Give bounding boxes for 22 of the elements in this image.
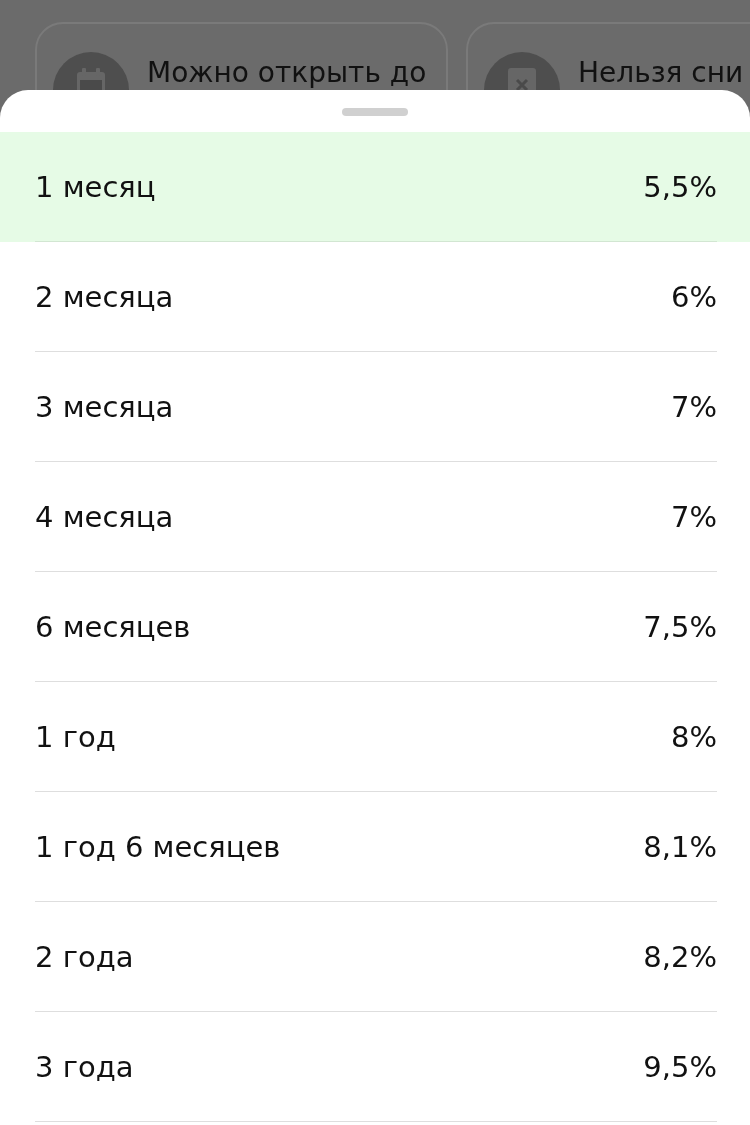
term-label: 2 года bbox=[35, 939, 134, 974]
card-title: Нельзя сни bbox=[578, 55, 744, 89]
term-label: 3 года bbox=[35, 1049, 134, 1084]
rate-value: 8,1% bbox=[643, 829, 717, 864]
term-label: 1 месяц bbox=[35, 169, 156, 204]
term-label: 1 год 6 месяцев bbox=[35, 829, 281, 864]
rate-value: 9,5% bbox=[643, 1049, 717, 1084]
term-option[interactable]: 1 месяц 5,5% bbox=[0, 132, 750, 242]
term-label: 1 год bbox=[35, 719, 116, 754]
term-label: 3 месяца bbox=[35, 389, 174, 424]
drag-handle[interactable] bbox=[342, 108, 408, 116]
rate-value: 7% bbox=[671, 499, 717, 534]
card-title: Можно открыть до bbox=[147, 55, 427, 89]
rate-value: 6% bbox=[671, 279, 717, 314]
rate-value: 7,5% bbox=[643, 609, 717, 644]
rate-value: 8% bbox=[671, 719, 717, 754]
rate-value: 7% bbox=[671, 389, 717, 424]
rate-value: 8,2% bbox=[643, 939, 717, 974]
rate-value: 5,5% bbox=[643, 169, 717, 204]
term-label: 2 месяца bbox=[35, 279, 174, 314]
term-label: 4 месяца bbox=[35, 499, 174, 534]
term-label: 6 месяцев bbox=[35, 609, 191, 644]
